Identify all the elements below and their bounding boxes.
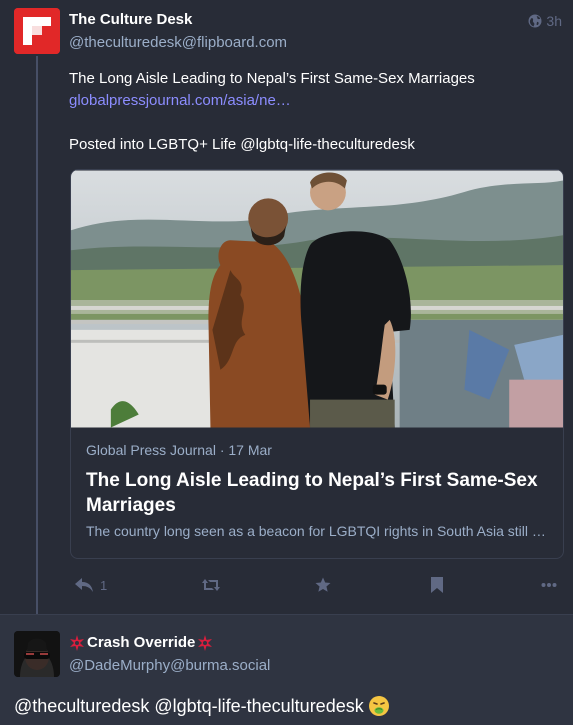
globe-icon [528,14,542,28]
timestamp-label: 3h [546,13,562,29]
hacker-avatar-icon [14,631,60,677]
hacker-star-emoji-right [198,634,213,651]
account-handle[interactable]: @theculturedesk@flipboard.com [69,34,287,51]
status-content: The Long Aisle Leading to Nepal’s First … [69,68,564,156]
star-icon [315,577,331,592]
content-posted-into: Posted into LGBTQ+ Life @lgbtq-life-thec… [69,136,415,153]
display-name[interactable]: Crash Override [69,634,213,651]
hacker-star-emoji-left [70,634,84,651]
card-image[interactable] [71,170,563,428]
content-link[interactable]: globalpressjournal.com/asia/ne… [69,90,564,112]
card-meta: Global Press Journal · 17 Mar [86,442,272,458]
bookmark-icon [431,577,443,593]
reply-content: @theculturedesk @lgbtq-life-theculturede… [14,695,390,717]
content-title: The Long Aisle Leading to Nepal’s First … [69,70,475,87]
reply-count: 1 [100,577,108,593]
display-name[interactable]: The Culture Desk [69,11,192,28]
reply-icon [75,578,93,592]
display-name-label: Crash Override [87,634,196,651]
bookmark-button[interactable] [430,573,444,597]
timestamp[interactable]: 3h [528,13,562,29]
link-preview-card[interactable]: Global Press Journal · 17 Mar The Long A… [70,169,564,559]
account-handle[interactable]: @DadeMurphy@burma.social [69,657,270,674]
more-button[interactable] [541,573,557,597]
ellipsis-icon [541,583,557,587]
boost-button[interactable] [201,573,221,597]
reply-post[interactable]: Crash Override @DadeMurphy@burma.social … [0,614,573,725]
retweet-icon [202,579,220,591]
avatar[interactable] [14,631,60,677]
nauseated-face-icon [368,696,389,716]
favourite-button[interactable] [314,573,332,597]
flipboard-logo-icon [14,8,60,54]
reply-button[interactable]: 1 [74,573,107,597]
thread-line [36,56,38,614]
status-post[interactable]: The Culture Desk @theculturedesk@flipboa… [0,0,573,614]
avatar[interactable] [14,8,60,54]
action-bar: 1 [70,573,564,597]
card-title[interactable]: The Long Aisle Leading to Nepal’s First … [86,468,551,518]
card-description: The country long seen as a beacon for LG… [86,523,551,539]
reply-text[interactable]: @theculturedesk @lgbtq-life-theculturede… [14,696,364,717]
